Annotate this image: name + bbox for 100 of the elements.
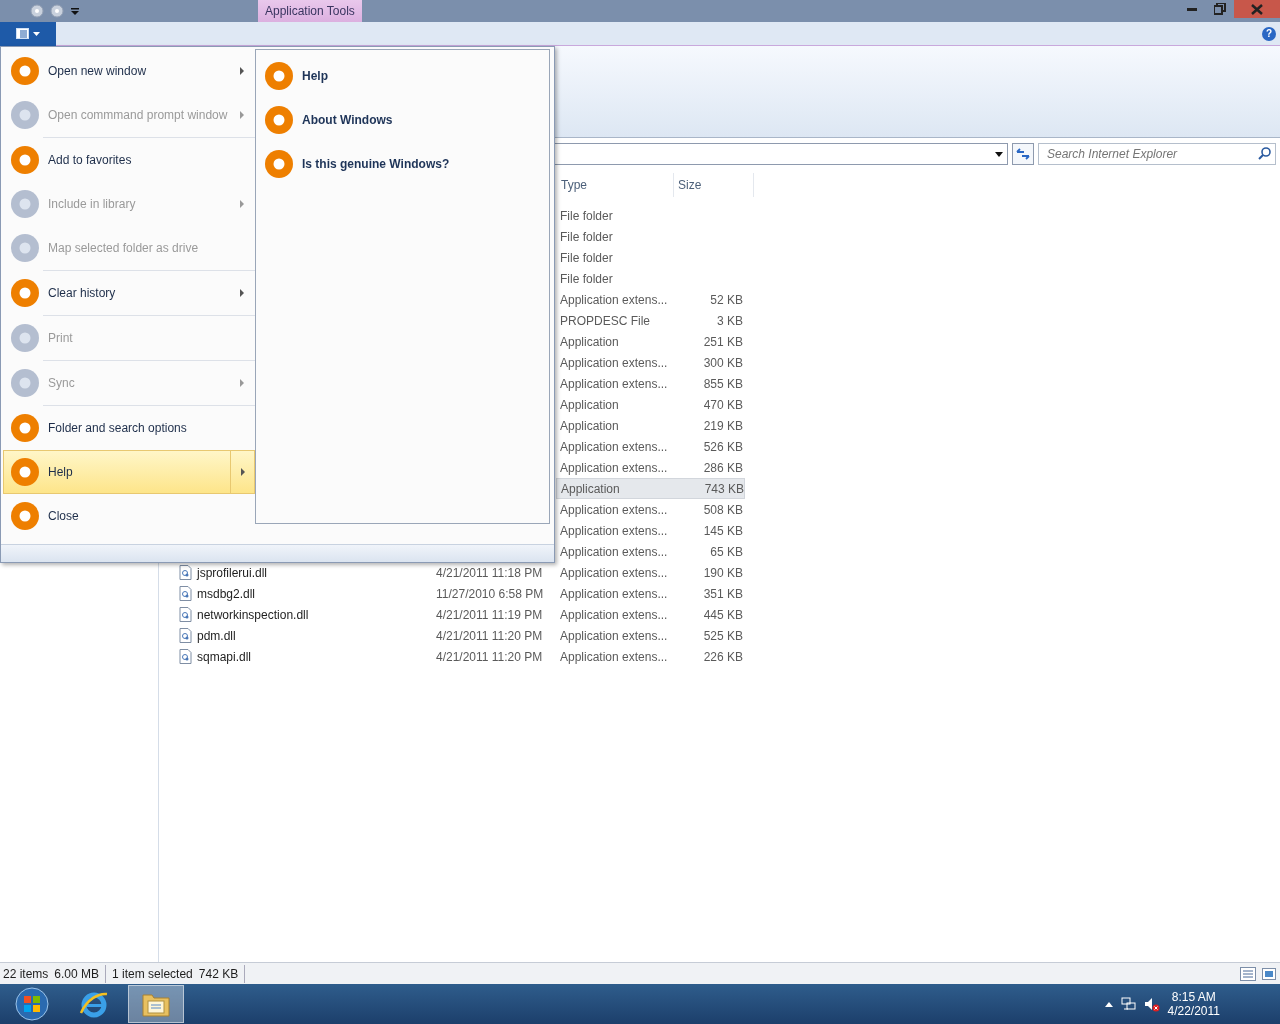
date-modified: 11/27/2010 6:58 PM [436,585,545,603]
file-name[interactable]: jsprofilerui.dll [197,563,268,582]
file-type: Application extens... [559,564,669,582]
file-type: Application extens... [559,648,669,666]
status-text: 6.00 MB [54,965,100,983]
column-header[interactable]: Size [674,173,754,197]
file-icon [179,627,192,644]
menu-item-icon [10,145,40,175]
submenu-item[interactable]: Help [256,54,549,98]
details-view-icon[interactable] [1240,966,1256,981]
file-type: File folder [559,249,614,267]
file-type: Application [559,396,620,414]
file-type: Application extens... [559,606,669,624]
toolbar-icon[interactable] [50,4,64,18]
file-type: File folder [559,270,614,288]
status-text: 742 KB [198,965,239,983]
file-size: 855 KB [702,375,743,393]
file-name[interactable]: networkinspection.dll [197,605,309,624]
menu-item[interactable]: Folder and search options [3,406,255,450]
refresh-button[interactable] [1012,143,1034,165]
search-field[interactable]: Search Internet Explorer [1038,143,1276,165]
help-button[interactable]: ? [1262,26,1276,41]
menu-item[interactable]: Help [3,450,255,494]
file-icon [179,648,192,665]
file-size: 219 KB [702,417,743,435]
file-size: 251 KB [702,333,743,351]
menu-item-icon [10,278,40,308]
file-type: Application [559,417,620,435]
taskbar-button[interactable] [128,985,184,1023]
file-type: Application extens... [559,522,669,540]
file-name[interactable]: msdbg2.dll [197,584,256,603]
submenu-item[interactable]: Is this genuine Windows? [256,142,549,186]
app-menu-button[interactable] [0,21,56,46]
file-type: Application [559,333,620,351]
submenu-item[interactable]: About Windows [256,98,549,142]
preview-view-icon[interactable] [1262,967,1276,980]
file-icon [179,564,192,581]
menu-item[interactable]: Clear history [3,271,255,315]
toolbar-icon[interactable] [30,4,44,18]
file-type: Application [560,480,621,498]
file-size: 300 KB [702,354,743,372]
search-icon [1258,147,1271,160]
file-size: 190 KB [702,564,743,582]
file-type: Application extens... [559,354,669,372]
file-size: 3 KB [716,312,743,330]
clock[interactable]: 8:15 AM 4/22/2011 [1167,990,1220,1018]
file-size: 52 KB [709,291,743,309]
status-text: 22 items [3,965,49,983]
file-size: 145 KB [702,522,743,540]
volume-muted-icon[interactable] [1143,996,1160,1012]
menu-item-icon [10,413,40,443]
menu-item-icon [10,100,40,130]
file-type: Application extens... [559,501,669,519]
date-modified: 4/21/2011 11:18 PM [436,564,544,582]
file-type: Application extens... [559,627,669,645]
menu-icon [16,28,29,39]
file-name[interactable]: pdm.dll [197,626,236,645]
menu-item[interactable]: Open new window [3,49,255,93]
network-icon[interactable] [1120,997,1136,1011]
restore-icon [1214,3,1226,15]
file-type: PROPDESC File [559,312,652,330]
menu-item-icon [10,323,40,353]
file-type: Application extens... [559,543,669,561]
date-modified: 4/21/2011 11:20 PM [436,627,544,645]
date-modified: 4/21/2011 11:20 PM [436,648,544,666]
file-size: 525 KB [702,627,743,645]
menu-item[interactable]: Close [3,494,255,538]
caret-icon [33,31,40,36]
dropdown-icon[interactable] [70,6,80,16]
file-size: 508 KB [702,501,743,519]
file-type: Application extens... [559,585,669,603]
show-hidden-icons-icon[interactable] [1104,1000,1113,1008]
menu-item-icon [264,105,294,135]
menu-item-icon [264,61,294,91]
file-size: 226 KB [702,648,743,666]
file-icon [179,606,192,623]
selected-row[interactable]: Application 743 KB [556,478,745,499]
file-name[interactable]: sqmapi.dll [197,647,252,666]
file-size: 286 KB [702,459,743,477]
file-icon [179,585,192,602]
file-type: Application extens... [559,375,669,393]
file-size: 351 KB [702,585,743,603]
close-icon [1251,3,1263,15]
file-type: Application extens... [559,459,669,477]
column-header[interactable]: Type [557,173,674,197]
file-size: 743 KB [703,480,744,498]
arrows-icon [1015,146,1031,162]
minimize-icon [1187,7,1197,11]
menu-item-icon [10,368,40,398]
file-size: 445 KB [702,606,743,624]
close-button[interactable] [1234,0,1280,18]
file-type: Application extens... [559,291,669,309]
file-size: 65 KB [709,543,743,561]
menu-item-icon [10,501,40,531]
menu-item[interactable]: Add to favorites [3,138,255,182]
contextual-tab[interactable]: Application Tools [258,0,362,22]
file-type: File folder [559,228,614,246]
menu-item-icon [10,233,40,263]
menu-item-icon [264,149,294,179]
date-modified: 4/21/2011 11:19 PM [436,606,544,624]
